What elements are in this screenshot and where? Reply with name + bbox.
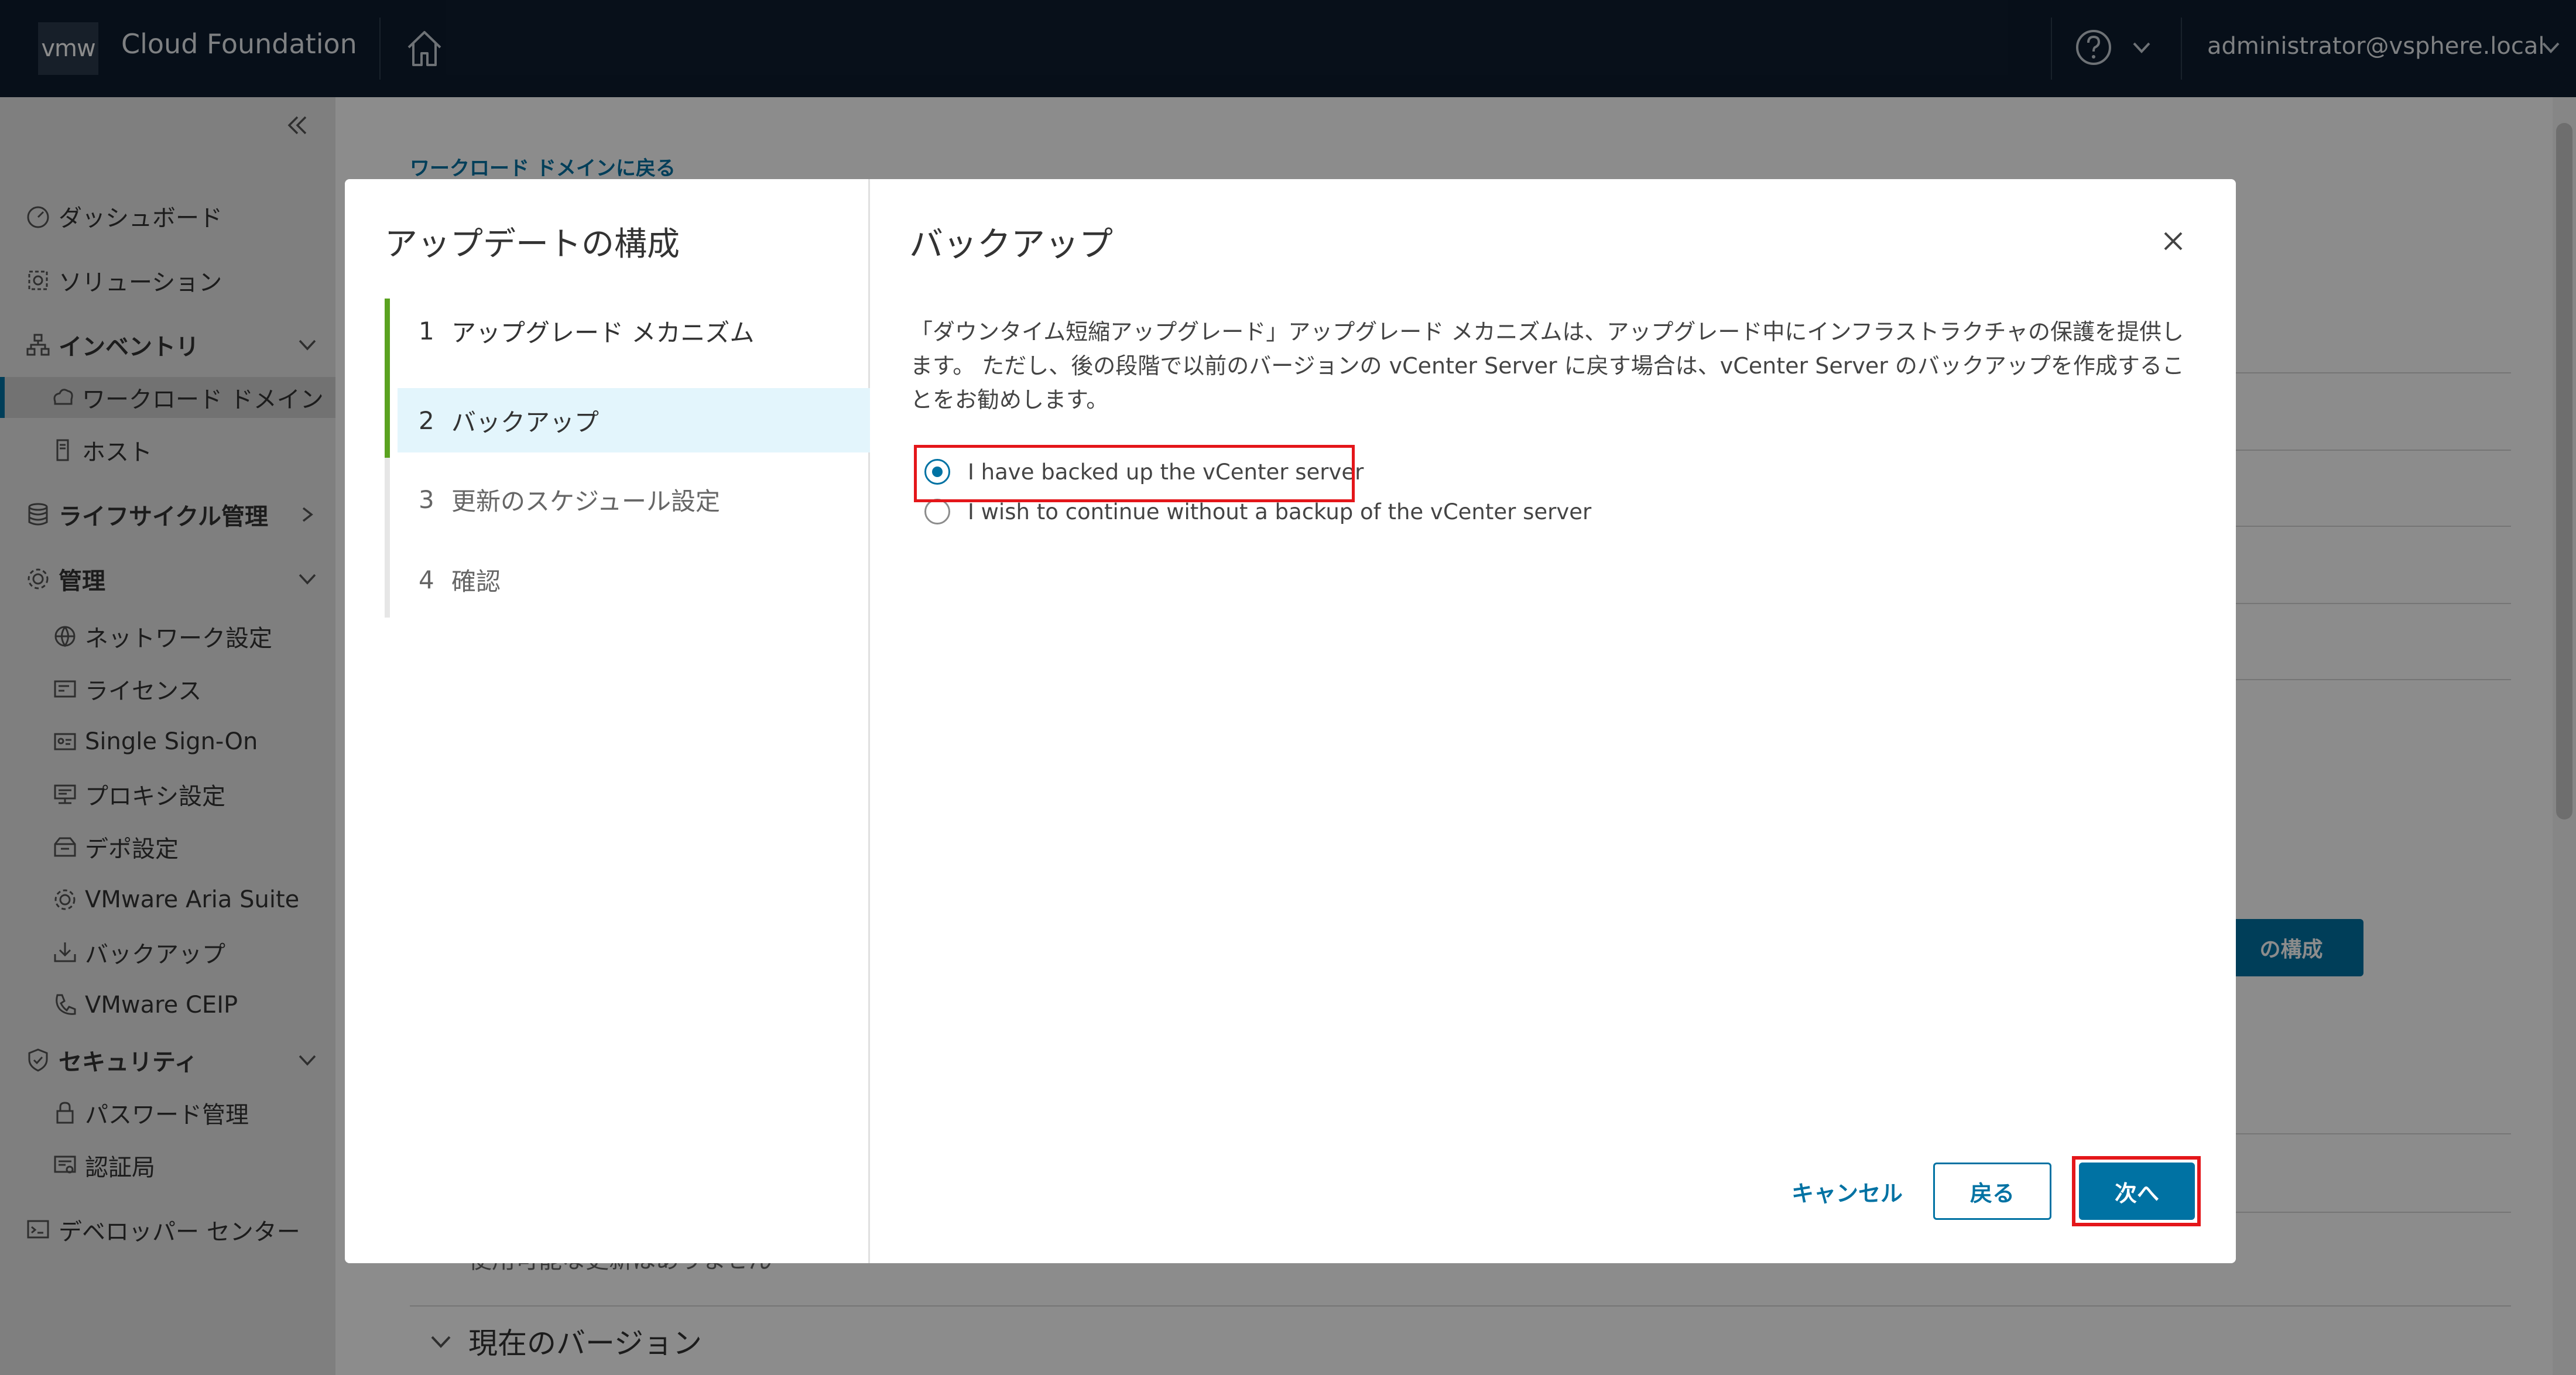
option-backed-up[interactable]: I have backed up the vCenter server <box>924 457 1364 487</box>
radio-no-backup[interactable] <box>924 499 950 524</box>
backup-description: 「ダウンタイム短縮アップグレード」アップグレード メカニズムは、アップグレード中… <box>910 319 2184 413</box>
option-no-backup-label: I wish to continue without a backup of t… <box>968 499 1592 524</box>
page-title: バックアップ <box>909 224 1114 264</box>
option-backed-up-label: I have backed up the vCenter server <box>968 459 1364 485</box>
wizard-title: アップデートの構成 <box>385 225 680 263</box>
wizard-steps-panel: アップデートの構成 1 アップグレード メカニズム 2 バックアップ 3 更新の… <box>345 179 870 1263</box>
wizard-step-upgrade-mechanism[interactable]: 1 アップグレード メカニズム <box>398 299 870 363</box>
close-icon[interactable] <box>2158 226 2188 256</box>
steps-progress <box>385 299 390 458</box>
back-button[interactable]: 戻る <box>1933 1163 2051 1220</box>
wizard-step-backup[interactable]: 2 バックアップ <box>398 388 870 452</box>
wizard-step-review[interactable]: 4 確認 <box>398 547 870 612</box>
option-no-backup[interactable]: I wish to continue without a backup of t… <box>924 496 1591 527</box>
cancel-button[interactable]: キャンセル <box>1756 1163 1938 1220</box>
configure-update-wizard: アップデートの構成 1 アップグレード メカニズム 2 バックアップ 3 更新の… <box>345 179 2236 1263</box>
radio-backed-up[interactable] <box>924 459 950 485</box>
next-button[interactable]: 次へ <box>2079 1163 2195 1220</box>
wizard-step-schedule[interactable]: 3 更新のスケジュール設定 <box>398 467 870 532</box>
